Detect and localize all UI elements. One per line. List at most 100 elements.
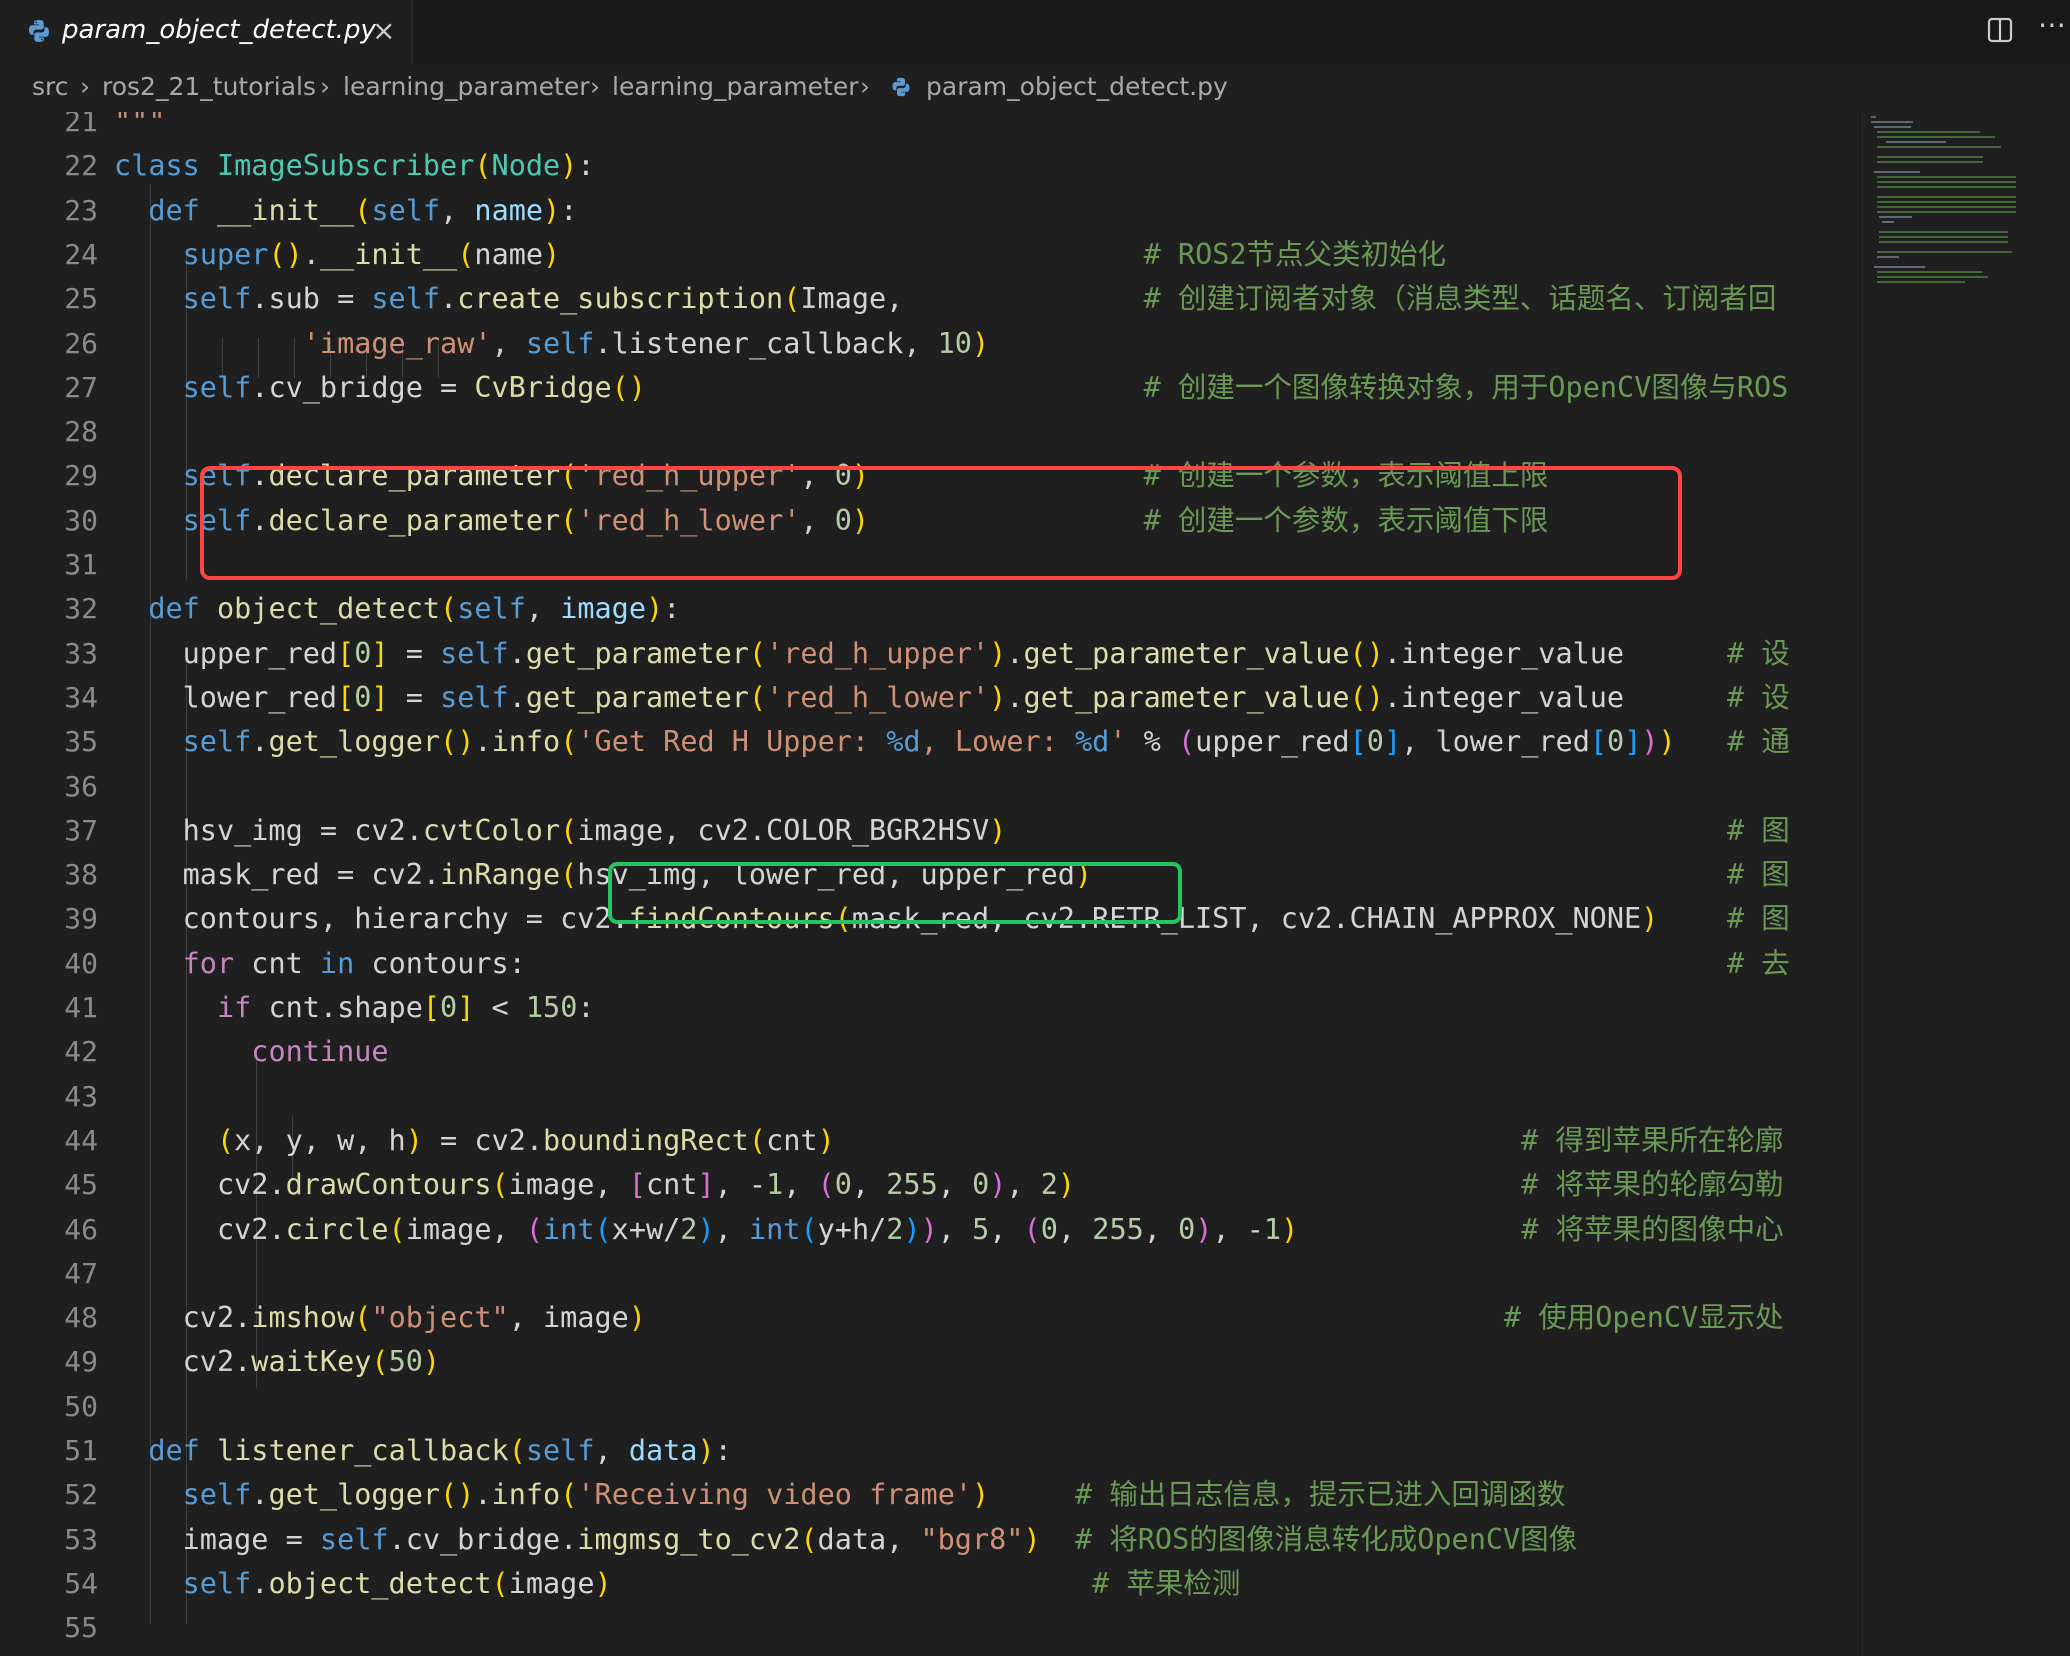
code-text[interactable]: continue [114,1030,388,1074]
code-line[interactable]: 48 cv2.imshow("object", image) # 使用OpenC… [0,1296,1862,1340]
code-line[interactable]: 23 def __init__(self, name): [0,189,1862,233]
code-line[interactable]: 25 self.sub = self.create_subscription(I… [0,277,1862,321]
minimap-line [1876,161,1984,163]
code-text[interactable]: image = self.cv_bridge.imgmsg_to_cv2(dat… [114,1518,1578,1562]
minimap-line [1871,116,1876,118]
code-line[interactable]: 50 [0,1385,1862,1429]
tab-title: param_object_detect.py [62,15,376,45]
code-text[interactable]: upper_red[0] = self.get_parameter('red_h… [114,632,1790,676]
line-number: 37 [64,813,98,847]
code-text[interactable]: super().__init__(name) # ROS2节点父类初始化 [114,233,1446,277]
code-line[interactable]: 49 cv2.waitKey(50) [0,1340,1862,1384]
chevron-right-icon: › [320,72,330,101]
code-line[interactable]: 47 [0,1252,1862,1296]
code-line[interactable]: 36 [0,765,1862,809]
code-text[interactable]: def __init__(self, name): [114,189,577,233]
line-number: 43 [64,1079,98,1113]
line-number: 24 [64,237,98,271]
code-text[interactable]: class ImageSubscriber(Node): [114,144,595,188]
breadcrumb-item-src[interactable]: src [32,72,69,101]
code-line[interactable]: 28 [0,410,1862,454]
code-text[interactable]: self.cv_bridge = CvBridge() # 创建一个图像转换对象… [114,366,1789,410]
minimap-line [1879,236,2009,238]
code-line[interactable]: 40 for cnt in contours: # 去 [0,942,1862,986]
code-text[interactable]: if cnt.shape[0] < 150: [114,986,595,1030]
minimap-line [1876,176,2017,178]
minimap[interactable] [1862,112,2070,1656]
code-line[interactable]: 21 """ [0,112,1862,144]
code-line[interactable]: 41 if cnt.shape[0] < 150: [0,986,1862,1030]
line-number: 55 [64,1611,98,1645]
line-number: 42 [64,1035,98,1069]
line-number: 28 [64,415,98,449]
line-number: 26 [64,326,98,360]
code-line[interactable]: 55 [0,1606,1862,1650]
minimap-line [1873,266,1925,268]
code-line[interactable]: 44 (x, y, w, h) = cv2.boundingRect(cnt) … [0,1119,1862,1163]
line-number: 53 [64,1522,98,1556]
code-line[interactable]: 24 super().__init__(name) # ROS2节点父类初始化 [0,233,1862,277]
close-icon[interactable]: × [372,14,395,47]
code-text[interactable]: self.get_logger().info('Get Red H Upper:… [114,720,1790,764]
chevron-right-icon: › [860,72,870,101]
code-text[interactable]: lower_red[0] = self.get_parameter('red_h… [114,676,1790,720]
line-number: 38 [64,858,98,892]
code-line[interactable]: 32 def object_detect(self, image): [0,587,1862,631]
code-line[interactable]: 33 upper_red[0] = self.get_parameter('re… [0,632,1862,676]
code-text[interactable]: def listener_callback(self, data): [114,1429,731,1473]
code-text[interactable]: self.object_detect(image) # 苹果检测 [114,1562,1241,1606]
code-line[interactable]: 27 self.cv_bridge = CvBridge() # 创建一个图像转… [0,366,1862,410]
split-editor-icon[interactable] [1986,16,2014,48]
line-number: 46 [64,1212,98,1246]
breadcrumb-item-ros2-21-tutorials[interactable]: ros2_21_tutorials [102,72,316,101]
line-number: 21 [64,112,98,138]
code-line[interactable]: 42 continue [0,1030,1862,1074]
code-text[interactable]: cv2.circle(image, (int(x+w/2), int(y+h/2… [114,1208,1784,1252]
line-number: 23 [64,193,98,227]
code-line[interactable]: 43 [0,1075,1862,1119]
minimap-line [1876,146,2002,148]
minimap-line [1876,271,1982,273]
line-number: 30 [64,503,98,537]
code-line[interactable]: 34 lower_red[0] = self.get_parameter('re… [0,676,1862,720]
code-text[interactable]: 'image_raw', self.listener_callback, 10) [114,322,989,366]
breadcrumb-item-file[interactable]: param_object_detect.py [926,72,1228,101]
code-text[interactable]: cv2.imshow("object", image) # 使用OpenCV显示… [114,1296,1784,1340]
tab-param-object-detect[interactable]: param_object_detect.py × [0,0,413,64]
line-number: 34 [64,680,98,714]
line-number: 36 [64,769,98,803]
minimap-line [1876,256,1900,258]
code-line[interactable]: 37 hsv_img = cv2.cvtColor(image, cv2.COL… [0,809,1862,853]
breadcrumb-item-learning-parameter[interactable]: learning_parameter [343,72,589,101]
line-number: 45 [64,1168,98,1202]
code-line[interactable]: 46 cv2.circle(image, (int(x+w/2), int(y+… [0,1208,1862,1252]
code-text[interactable]: for cnt in contours: # 去 [114,942,1790,986]
code-text[interactable]: self.sub = self.create_subscription(Imag… [114,277,1777,321]
more-actions-icon[interactable]: ⋯ [2038,8,2067,41]
code-line[interactable]: 53 image = self.cv_bridge.imgmsg_to_cv2(… [0,1518,1862,1562]
code-line[interactable]: 51 def listener_callback(self, data): [0,1429,1862,1473]
breadcrumb-item-learning-parameter-pkg[interactable]: learning_parameter [612,72,858,101]
minimap-line [1882,221,1895,223]
code-text[interactable]: cv2.drawContours(image, [cnt], -1, (0, 2… [114,1163,1784,1207]
code-line[interactable]: 54 self.object_detect(image) # 苹果检测 [0,1562,1862,1606]
code-text[interactable]: (x, y, w, h) = cv2.boundingRect(cnt) # 得… [114,1119,1783,1163]
code-line[interactable]: 52 self.get_logger().info('Receiving vid… [0,1473,1862,1517]
code-line[interactable]: 26 'image_raw', self.listener_callback, … [0,322,1862,366]
minimap-line [1876,131,1981,133]
code-line[interactable]: 22 class ImageSubscriber(Node): [0,144,1862,188]
python-file-icon [890,75,912,104]
line-number: 48 [64,1301,98,1335]
code-text[interactable]: self.get_logger().info('Receiving video … [114,1473,1566,1517]
code-text[interactable]: cv2.waitKey(50) [114,1340,440,1384]
code-line[interactable]: 35 self.get_logger().info('Get Red H Upp… [0,720,1862,764]
line-number: 32 [64,592,98,626]
code-text[interactable]: """ [114,112,166,144]
line-number: 40 [64,946,98,980]
minimap-line [1879,241,2009,243]
minimap-line [1886,141,1947,143]
code-text[interactable]: def object_detect(self, image): [114,587,680,631]
code-line[interactable]: 45 cv2.drawContours(image, [cnt], -1, (0… [0,1163,1862,1207]
code-text[interactable]: hsv_img = cv2.cvtColor(image, cv2.COLOR_… [114,809,1790,853]
minimap-line [1879,231,2009,233]
